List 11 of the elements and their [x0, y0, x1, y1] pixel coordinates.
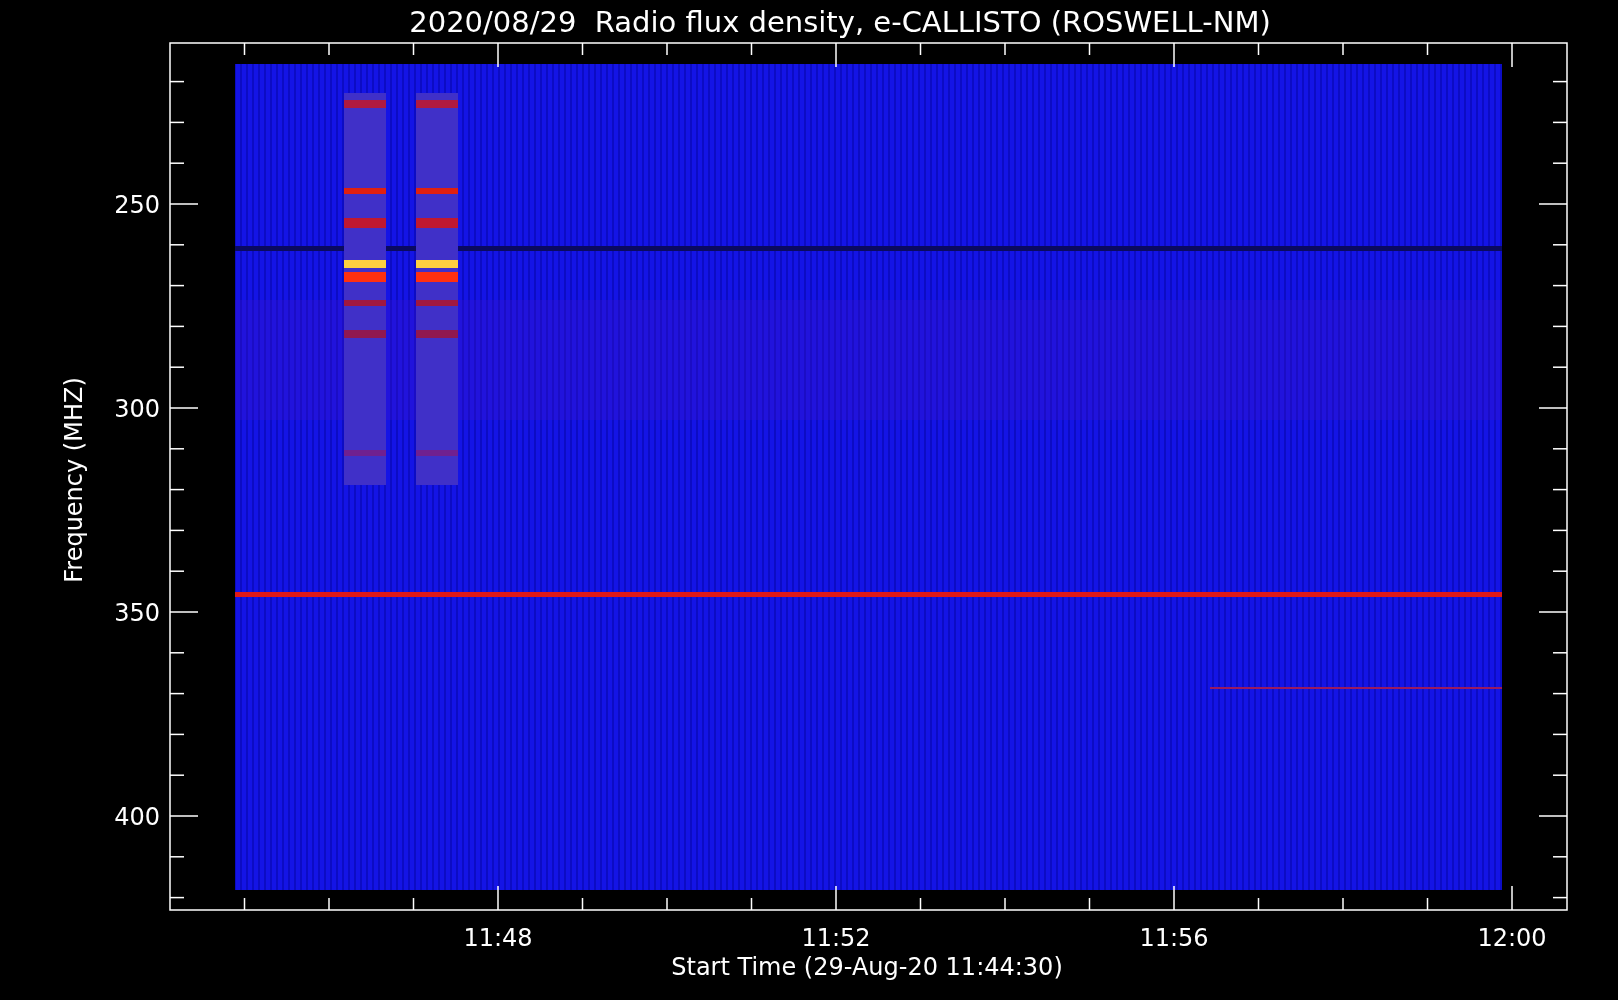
y-tick-label: 250	[114, 191, 160, 219]
x-axis-label: Start Time (29-Aug-20 11:44:30)	[671, 953, 1063, 981]
x-tick-label: 12:00	[1477, 924, 1547, 952]
y-axis-label: Frequency (MHZ)	[60, 377, 88, 583]
x-tick-label: 11:48	[463, 924, 533, 952]
chart-title: 2020/08/29 Radio flux density, e-CALLISTO (ROSWELL-NM)	[409, 5, 1271, 39]
y-tick-label: 400	[114, 803, 160, 831]
y-tick-label: 350	[114, 599, 160, 627]
x-tick-label: 11:52	[801, 924, 871, 952]
x-tick-label: 11:56	[1139, 924, 1209, 952]
y-tick-label: 300	[114, 395, 160, 423]
